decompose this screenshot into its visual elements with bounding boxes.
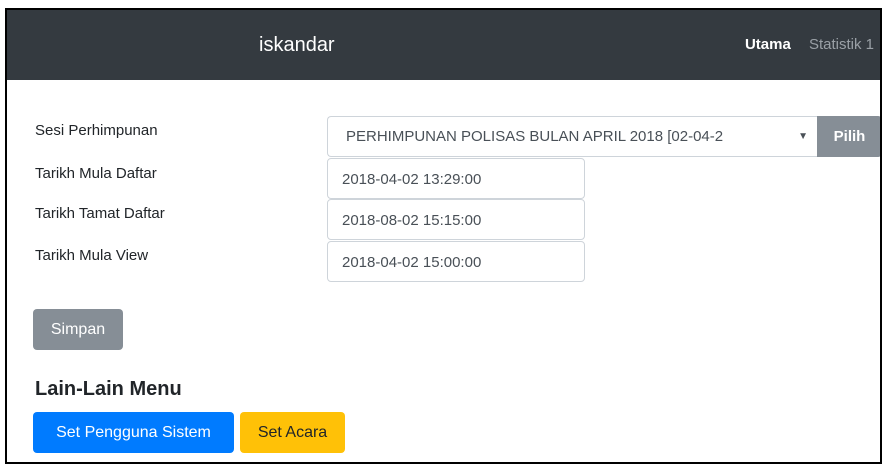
start-view-field[interactable]: 2018-04-02 15:00:00 — [327, 241, 585, 282]
start-register-field[interactable]: 2018-04-02 13:29:00 — [327, 158, 585, 199]
session-select[interactable]: PERHIMPUNAN POLISAS BULAN APRIL 2018 [02… — [327, 116, 818, 157]
start-view-value: 2018-04-02 15:00:00 — [342, 254, 482, 271]
start-register-value: 2018-04-02 13:29:00 — [342, 171, 482, 188]
page-frame: iskandar Utama Statistik 1 Sesi Perhimpu… — [5, 8, 882, 464]
pilih-button[interactable]: Pilih — [817, 116, 880, 157]
set-system-user-button[interactable]: Set Pengguna Sistem — [33, 412, 234, 453]
end-register-field[interactable]: 2018-08-02 15:15:00 — [327, 199, 585, 240]
chevron-down-icon: ▼ — [798, 131, 808, 142]
end-register-label: Tarikh Tamat Daftar — [35, 205, 165, 222]
navbar: iskandar Utama Statistik 1 — [7, 10, 880, 80]
navbar-brand[interactable]: iskandar — [259, 34, 335, 57]
session-label: Sesi Perhimpunan — [35, 122, 158, 139]
nav-links: Utama Statistik 1 — [731, 36, 874, 53]
nav-link-statistik[interactable]: Statistik 1 — [809, 36, 874, 53]
set-event-button[interactable]: Set Acara — [240, 412, 345, 453]
save-button[interactable]: Simpan — [33, 309, 123, 350]
nav-link-utama[interactable]: Utama — [745, 36, 791, 53]
other-menu-title: Lain-Lain Menu — [35, 378, 182, 400]
start-view-label: Tarikh Mula View — [35, 247, 149, 264]
session-select-value: PERHIMPUNAN POLISAS BULAN APRIL 2018 [02… — [346, 128, 724, 145]
start-register-label: Tarikh Mula Daftar — [35, 165, 157, 182]
end-register-value: 2018-08-02 15:15:00 — [342, 212, 482, 229]
